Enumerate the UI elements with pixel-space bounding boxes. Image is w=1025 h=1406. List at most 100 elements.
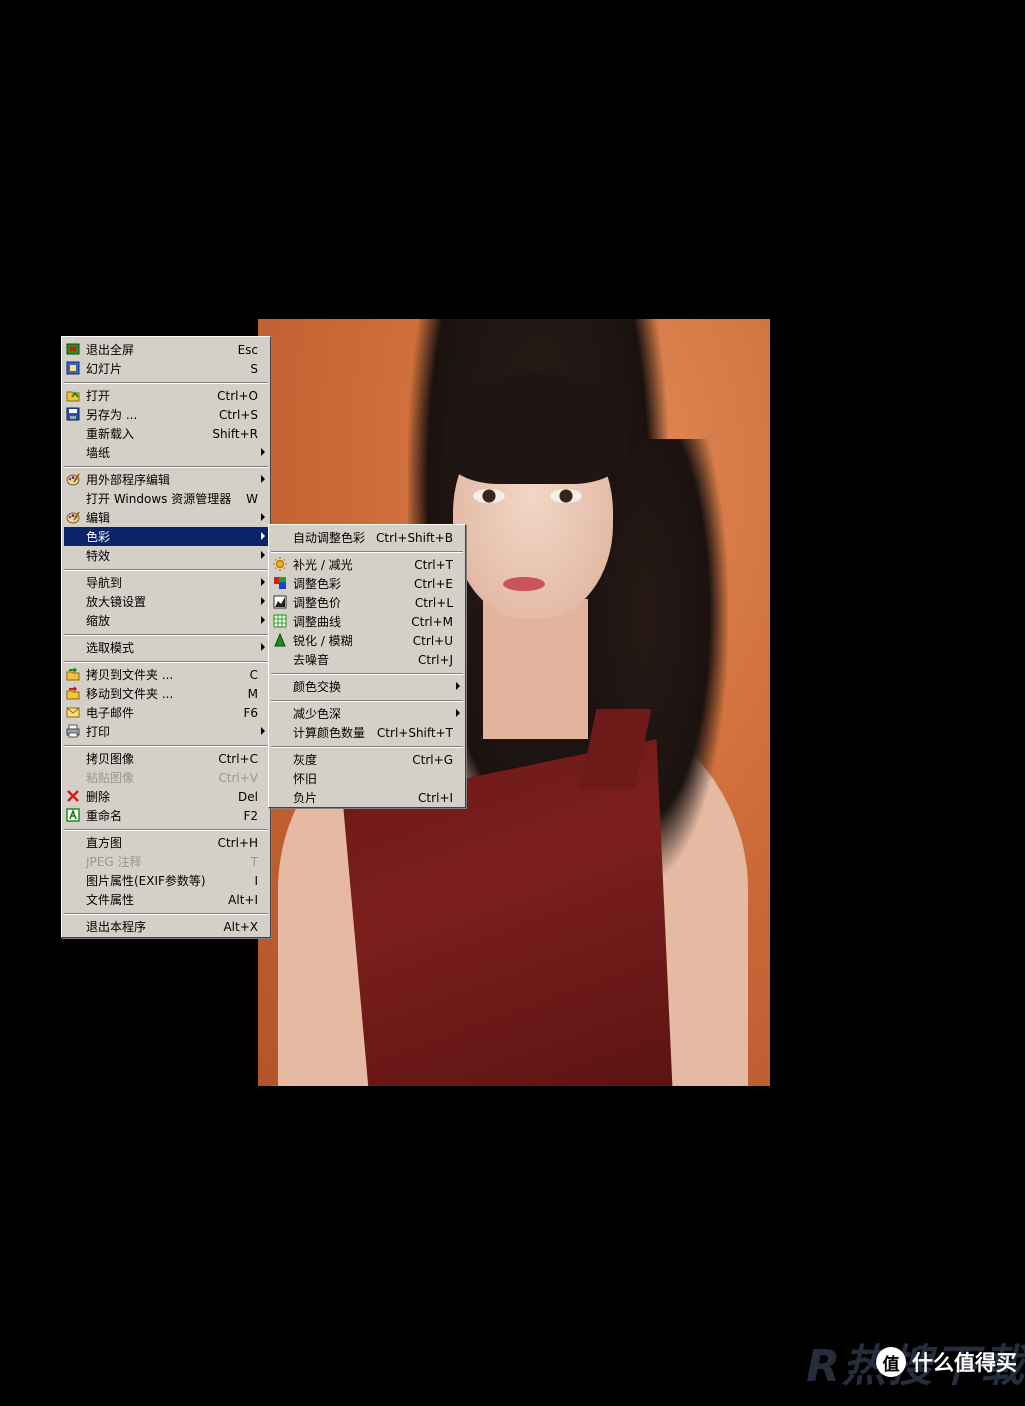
- menu-separator: [64, 634, 268, 636]
- floppy-disk-icon: [66, 407, 80, 421]
- menu-item-color[interactable]: 色彩: [64, 527, 268, 546]
- menu-item-label: 打印: [86, 725, 111, 739]
- menu-item-effects[interactable]: 特效: [64, 546, 268, 565]
- menu-separator: [271, 673, 463, 675]
- menu-item-shortcut: Ctrl+Shift+T: [376, 725, 453, 740]
- menu-item-shortcut: F6: [243, 705, 258, 720]
- menu-item-shortcut: F2: [243, 808, 258, 823]
- printer-icon: [66, 724, 80, 738]
- menu-item-edit[interactable]: 编辑: [64, 508, 268, 527]
- submenu-item-adjust-levels[interactable]: 调整色价 Ctrl+L: [271, 593, 463, 612]
- menu-item-select-mode[interactable]: 选取模式: [64, 638, 268, 657]
- menu-item-exit-program[interactable]: 退出本程序 Alt+X: [64, 917, 268, 936]
- menu-item-label: 减少色深: [293, 707, 342, 721]
- menu-item-navigate[interactable]: 导航到: [64, 573, 268, 592]
- submenu-arrow-icon: [261, 727, 265, 735]
- menu-item-label: 负片: [293, 791, 318, 805]
- menu-item-shortcut: Ctrl+E: [414, 576, 453, 591]
- move-to-folder-icon: [66, 686, 80, 700]
- sharpen-icon: [273, 633, 287, 647]
- submenu-item-sharpen-blur[interactable]: 锐化 / 模糊 Ctrl+U: [271, 631, 463, 650]
- menu-item-label: 打开: [86, 389, 111, 403]
- menu-item-move-to-folder[interactable]: 移动到文件夹 ... M: [64, 684, 268, 703]
- submenu-item-negative[interactable]: 负片 Ctrl+I: [271, 788, 463, 807]
- menu-separator: [64, 382, 268, 384]
- menu-item-copy-image[interactable]: 拷贝图像 Ctrl+C: [64, 749, 268, 768]
- menu-item-slideshow[interactable]: 幻灯片 S: [64, 359, 268, 378]
- submenu-item-grayscale[interactable]: 灰度 Ctrl+G: [271, 750, 463, 769]
- submenu-item-denoise[interactable]: 去噪音 Ctrl+J: [271, 650, 463, 669]
- submenu-item-adjust-curves[interactable]: 调整曲线 Ctrl+M: [271, 612, 463, 631]
- menu-item-rename[interactable]: 重命名 F2: [64, 806, 268, 825]
- menu-item-label: 粘贴图像: [86, 771, 135, 785]
- menu-item-label: 色彩: [86, 530, 111, 544]
- menu-item-label: JPEG 注释: [86, 855, 142, 869]
- menu-item-label: 拷贝到文件夹 ...: [86, 668, 174, 682]
- rename-icon: [66, 808, 80, 822]
- menu-item-shortcut: Ctrl+T: [414, 557, 453, 572]
- menu-item-shortcut: Ctrl+I: [418, 790, 453, 805]
- color-squares-icon: [273, 576, 287, 590]
- submenu-item-adjust-color[interactable]: 调整色彩 Ctrl+E: [271, 574, 463, 593]
- menu-item-email[interactable]: 电子邮件 F6: [64, 703, 268, 722]
- menu-item-label: 导航到: [86, 576, 123, 590]
- menu-item-label: 灰度: [293, 753, 318, 767]
- menu-item-shortcut: M: [247, 686, 258, 701]
- menu-separator: [64, 569, 268, 571]
- submenu-arrow-icon: [261, 578, 265, 586]
- submenu-item-color-swap[interactable]: 颜色交换: [271, 677, 463, 696]
- menu-item-zoom[interactable]: 缩放: [64, 611, 268, 630]
- menu-item-label: 直方图: [86, 836, 123, 850]
- submenu-item-reduce-color-depth[interactable]: 减少色深: [271, 704, 463, 723]
- menu-item-file-properties[interactable]: 文件属性 Alt+I: [64, 890, 268, 909]
- menu-item-external-edit[interactable]: 用外部程序编辑: [64, 470, 268, 489]
- menu-item-reload[interactable]: 重新载入 Shift+R: [64, 424, 268, 443]
- open-folder-icon: [66, 388, 80, 402]
- submenu-item-sepia[interactable]: 怀旧: [271, 769, 463, 788]
- menu-item-label: 退出全屏: [86, 343, 135, 357]
- menu-item-label: 怀旧: [293, 772, 318, 786]
- menu-item-save-as[interactable]: 另存为 ... Ctrl+S: [64, 405, 268, 424]
- menu-item-shortcut: C: [249, 667, 258, 682]
- menu-item-label: 特效: [86, 549, 111, 563]
- menu-item-open[interactable]: 打开 Ctrl+O: [64, 386, 268, 405]
- sun-icon: [273, 557, 287, 571]
- menu-item-label: 文件属性: [86, 893, 135, 907]
- menu-item-histogram[interactable]: 直方图 Ctrl+H: [64, 833, 268, 852]
- menu-separator: [271, 746, 463, 748]
- menu-item-exit-fullscreen[interactable]: 退出全屏 Esc: [64, 340, 268, 359]
- submenu-arrow-icon: [261, 597, 265, 605]
- menu-item-magnifier-settings[interactable]: 放大镜设置: [64, 592, 268, 611]
- palette-icon: [66, 510, 80, 524]
- submenu-item-brightness[interactable]: 补光 / 减光 Ctrl+T: [271, 555, 463, 574]
- palette-icon: [66, 472, 80, 486]
- menu-item-label: 幻灯片: [86, 362, 123, 376]
- submenu-arrow-icon: [261, 643, 265, 651]
- menu-item-label: 选取模式: [86, 641, 135, 655]
- menu-item-copy-to-folder[interactable]: 拷贝到文件夹 ... C: [64, 665, 268, 684]
- menu-item-label: 打开 Windows 资源管理器: [86, 492, 232, 506]
- menu-item-shortcut: T: [250, 854, 258, 869]
- menu-separator: [64, 829, 268, 831]
- menu-item-label: 电子邮件: [86, 706, 135, 720]
- menu-item-shortcut: Ctrl+V: [218, 770, 258, 785]
- menu-item-label: 放大镜设置: [86, 595, 147, 609]
- menu-item-shortcut: Del: [238, 789, 258, 804]
- menu-item-print[interactable]: 打印: [64, 722, 268, 741]
- submenu-item-count-colors[interactable]: 计算颜色数量 Ctrl+Shift+T: [271, 723, 463, 742]
- menu-item-shortcut: W: [246, 491, 258, 506]
- menu-item-delete[interactable]: 删除 Del: [64, 787, 268, 806]
- submenu-arrow-icon: [261, 616, 265, 624]
- delete-x-icon: [66, 789, 80, 803]
- menu-separator: [271, 551, 463, 553]
- submenu-item-auto-adjust-color[interactable]: 自动调整色彩 Ctrl+Shift+B: [271, 528, 463, 547]
- menu-item-shortcut: Ctrl+U: [412, 633, 453, 648]
- watermark: R热搜下载 值 什么值得买: [806, 1330, 1024, 1394]
- menu-item-label: 颜色交换: [293, 680, 342, 694]
- menu-item-open-explorer[interactable]: 打开 Windows 资源管理器 W: [64, 489, 268, 508]
- submenu-arrow-icon: [456, 709, 460, 717]
- submenu-arrow-icon: [261, 513, 265, 521]
- menu-item-label: 计算颜色数量: [293, 726, 366, 740]
- menu-item-wallpaper[interactable]: 墙纸: [64, 443, 268, 462]
- menu-item-image-properties[interactable]: 图片属性(EXIF参数等) I: [64, 871, 268, 890]
